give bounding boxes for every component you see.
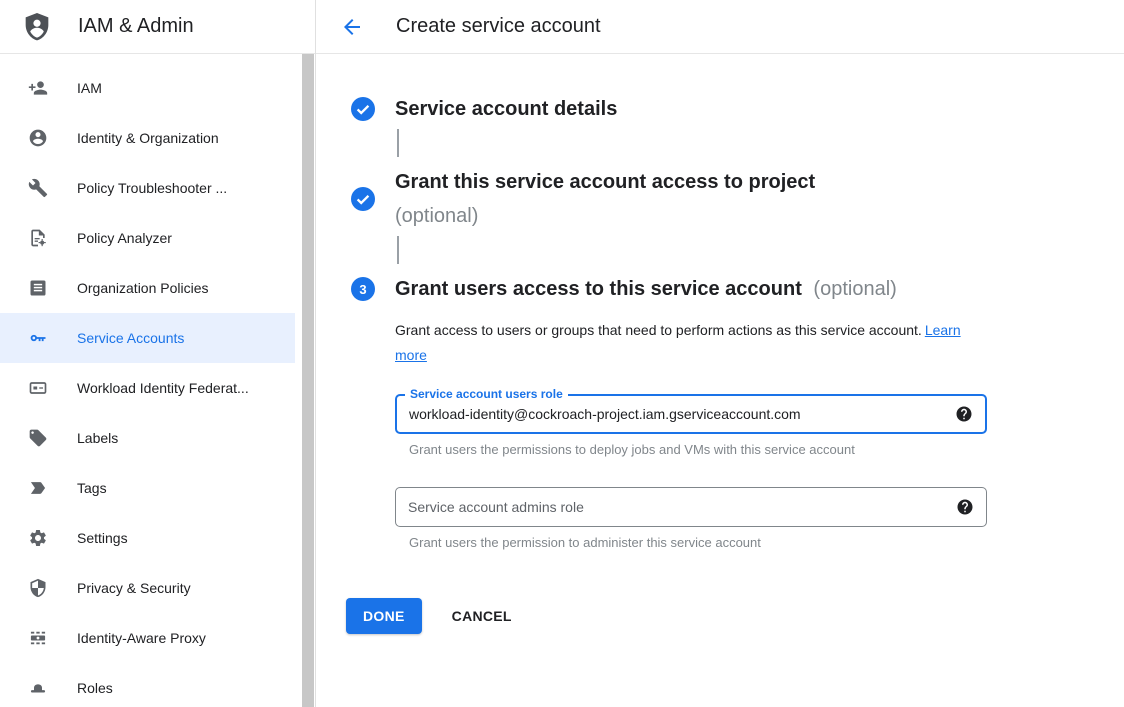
sidebar-item-labels[interactable]: Labels: [0, 413, 295, 463]
roles-hat-icon: [28, 678, 48, 698]
policy-analyzer-icon: [28, 228, 48, 248]
step-service-account-details[interactable]: Service account details: [351, 92, 1084, 126]
label-tag-icon: [28, 428, 48, 448]
admins-role-field-group: [395, 487, 987, 527]
sidebar-item-policy-troubleshooter[interactable]: Policy Troubleshooter ...: [0, 163, 295, 213]
gear-icon: [28, 528, 48, 548]
article-icon: [28, 278, 48, 298]
sidebar-item-identity-organization[interactable]: Identity & Organization: [0, 113, 295, 163]
users-role-field-group: Service account users role: [395, 394, 987, 434]
iam-admin-shield-icon: [21, 11, 53, 43]
sidebar-nav: IAM Identity & Organization Policy Troub…: [0, 54, 315, 707]
sidebar-item-workload-identity-federation[interactable]: Workload Identity Federat...: [0, 363, 295, 413]
admins-role-input[interactable]: [408, 499, 946, 515]
label-important-icon: [28, 478, 48, 498]
sidebar-item-policy-analyzer[interactable]: Policy Analyzer: [0, 213, 295, 263]
proxy-icon: [28, 628, 48, 648]
page-header: Create service account: [316, 0, 1124, 54]
sidebar-item-label: Settings: [77, 530, 128, 546]
sidebar-scrollbar-thumb[interactable]: [302, 54, 314, 707]
arrow-back-icon: [340, 15, 364, 39]
sidebar-item-label: Identity-Aware Proxy: [77, 630, 206, 646]
sidebar-item-label: Labels: [77, 430, 118, 446]
sidebar-item-organization-policies[interactable]: Organization Policies: [0, 263, 295, 313]
step3-title: Grant users access to this service accou…: [395, 272, 897, 306]
sidebar-item-label: Service Accounts: [77, 330, 184, 346]
sidebar-item-roles[interactable]: Roles: [0, 663, 295, 707]
sidebar-item-tags[interactable]: Tags: [0, 463, 295, 513]
admins-role-field: [395, 487, 987, 527]
stepper-content: Service account details Grant this servi…: [316, 54, 1124, 634]
account-circle-icon: [28, 128, 48, 148]
sidebar-item-label: Policy Troubleshooter ...: [77, 180, 227, 196]
step2-title: Grant this service account access to pro…: [395, 165, 815, 233]
sidebar-item-label: Roles: [77, 680, 113, 696]
step3-optional-label: (optional): [813, 278, 896, 300]
security-shield-icon: [28, 578, 48, 598]
step2-optional-label: (optional): [395, 199, 815, 233]
help-icon[interactable]: [956, 498, 974, 516]
main-area: Create service account Service account d…: [316, 0, 1124, 707]
sidebar-item-label: Tags: [77, 480, 107, 496]
done-button[interactable]: DONE: [346, 598, 422, 634]
back-button[interactable]: [340, 15, 364, 39]
admins-role-helper-text: Grant users the permission to administer…: [409, 535, 1084, 550]
sidebar-item-label: Policy Analyzer: [77, 230, 172, 246]
sidebar-item-settings[interactable]: Settings: [0, 513, 295, 563]
users-role-field-label: Service account users role: [405, 386, 568, 402]
app-window: IAM & Admin IAM Identity & Organization …: [0, 0, 1124, 707]
sidebar-item-identity-aware-proxy[interactable]: Identity-Aware Proxy: [0, 613, 295, 663]
stepper-connector: [397, 129, 399, 157]
users-role-input[interactable]: [409, 406, 945, 422]
sidebar-item-label: Privacy & Security: [77, 580, 191, 596]
sidebar-item-label: Organization Policies: [77, 280, 209, 296]
step3-body: Grant access to users or groups that nee…: [395, 318, 1084, 550]
service-account-key-icon: [28, 328, 48, 348]
sidebar-item-label: IAM: [77, 80, 102, 96]
step3-description: Grant access to users or groups that nee…: [395, 318, 967, 368]
sidebar-item-service-accounts[interactable]: Service Accounts: [0, 313, 295, 363]
wrench-icon: [28, 178, 48, 198]
sidebar-scrollbar: [302, 54, 314, 707]
id-card-icon: [28, 378, 48, 398]
step-grant-users-access[interactable]: 3 Grant users access to this service acc…: [351, 272, 1084, 306]
step1-complete-check-icon: [351, 97, 375, 121]
help-icon[interactable]: [955, 405, 973, 423]
step1-title: Service account details: [395, 92, 617, 126]
step2-complete-check-icon: [351, 187, 375, 211]
person-add-icon: [28, 78, 48, 98]
sidebar-item-label: Identity & Organization: [77, 130, 219, 146]
form-actions: DONE CANCEL: [346, 598, 1084, 634]
step-grant-access-to-project[interactable]: Grant this service account access to pro…: [351, 165, 1084, 233]
sidebar-item-privacy-security[interactable]: Privacy & Security: [0, 563, 295, 613]
sidebar-header: IAM & Admin: [0, 0, 315, 54]
page-title: Create service account: [396, 15, 601, 38]
product-title: IAM & Admin: [78, 15, 194, 38]
sidebar-item-iam[interactable]: IAM: [0, 63, 295, 113]
stepper-connector: [397, 236, 399, 264]
sidebar-item-label: Workload Identity Federat...: [77, 380, 249, 396]
cancel-button[interactable]: CANCEL: [452, 608, 512, 624]
step3-number-badge: 3: [351, 277, 375, 301]
sidebar: IAM & Admin IAM Identity & Organization …: [0, 0, 316, 707]
users-role-helper-text: Grant users the permissions to deploy jo…: [409, 442, 1084, 457]
